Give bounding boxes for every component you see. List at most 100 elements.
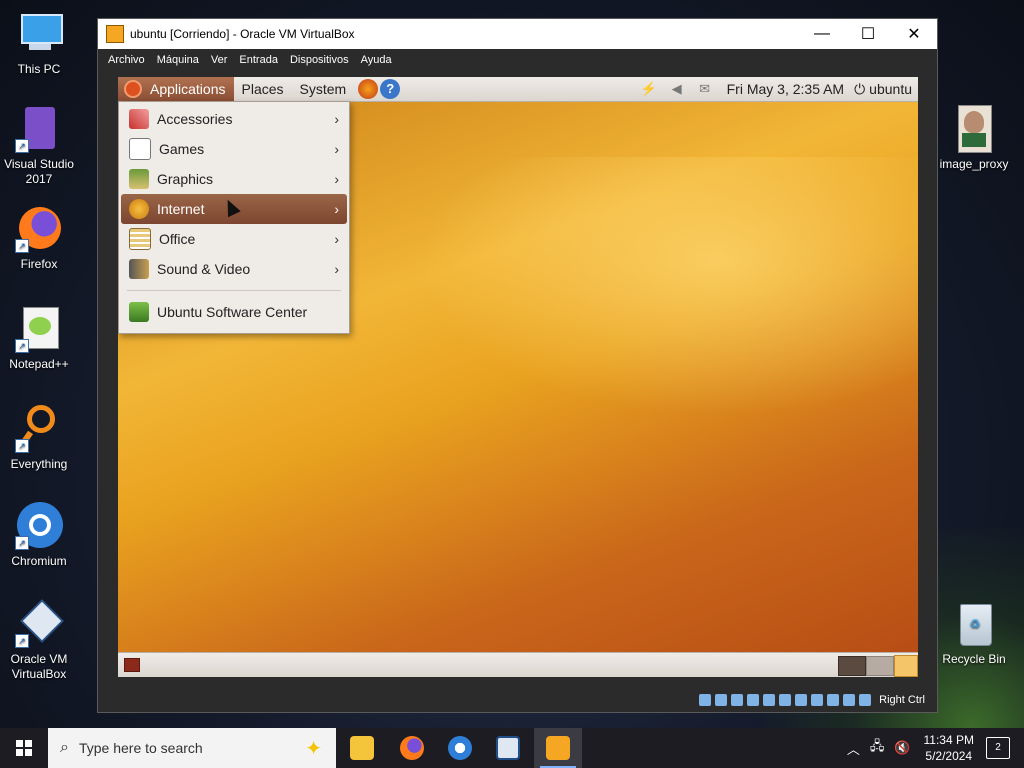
- desktop-icon-virtualbox[interactable]: ↗ Oracle VM VirtualBox: [0, 599, 78, 682]
- chromium-icon: ↗: [15, 502, 63, 550]
- firefox-icon: [400, 736, 424, 760]
- search-placeholder: Type here to search: [78, 740, 203, 756]
- taskbar-firefox[interactable]: [388, 728, 436, 768]
- menu-archivo[interactable]: Archivo: [102, 54, 151, 66]
- menu-item-accessories[interactable]: Accessories ›: [121, 104, 347, 134]
- everything-search-icon: ↗: [15, 405, 63, 453]
- menu-item-games[interactable]: Games ›: [121, 134, 347, 164]
- shortcut-arrow-icon: ↗: [15, 439, 29, 453]
- help-icon[interactable]: ?: [380, 79, 401, 99]
- show-desktop-icon[interactable]: [124, 658, 140, 672]
- network-icon[interactable]: ⚡: [641, 82, 657, 96]
- menu-dispositivos[interactable]: Dispositivos: [284, 54, 355, 66]
- taskbar-search-box[interactable]: ⌕ Type here to search ✦: [48, 728, 336, 768]
- software-center-icon: [129, 302, 149, 322]
- optical-drive-icon[interactable]: [715, 694, 728, 706]
- desktop-icon-chromium[interactable]: ↗ Chromium: [0, 502, 78, 569]
- taskbar-clock[interactable]: 11:34 PM 5/2/2024: [924, 732, 974, 764]
- desktop-icon-this-pc[interactable]: This PC: [0, 10, 78, 77]
- chevron-right-icon: ›: [334, 141, 339, 157]
- desktop-icon-visual-studio[interactable]: ↗ Visual Studio 2017: [0, 105, 78, 187]
- mouse-integration-icon[interactable]: [843, 694, 856, 706]
- menu-item-software-center[interactable]: Ubuntu Software Center: [121, 297, 347, 327]
- wallpaper-highlight: [418, 157, 918, 417]
- virtualbox-icon: ↗: [15, 599, 64, 648]
- taskbar-chromium[interactable]: [436, 728, 484, 768]
- chevron-right-icon: ›: [334, 261, 339, 277]
- shortcut-arrow-icon: ↗: [15, 139, 29, 153]
- accessories-icon: [129, 109, 149, 129]
- close-button[interactable]: ✕: [891, 19, 937, 49]
- start-button[interactable]: [0, 728, 48, 768]
- firefox-launcher-icon[interactable]: [358, 79, 379, 99]
- workspace-2[interactable]: [866, 656, 894, 676]
- shortcut-arrow-icon: ↗: [15, 634, 29, 648]
- vbox-statusbar: Right Ctrl: [98, 688, 937, 712]
- window-titlebar[interactable]: ubuntu [Corriendo] - Oracle VM VirtualBo…: [98, 19, 937, 49]
- taskbar-vm-window[interactable]: [534, 728, 582, 768]
- workspace-1[interactable]: [838, 656, 866, 676]
- storage-icon[interactable]: [699, 694, 712, 706]
- menu-item-graphics[interactable]: Graphics ›: [121, 164, 347, 194]
- taskbar-virtualbox[interactable]: [484, 728, 532, 768]
- visual-studio-icon: ↗: [15, 105, 63, 153]
- shared-folder-icon[interactable]: [779, 694, 792, 706]
- keyboard-icon[interactable]: [859, 694, 872, 706]
- minimize-button[interactable]: —: [799, 19, 845, 49]
- chromium-icon: [448, 736, 472, 760]
- taskbar: ⌕ Type here to search ✦ ︿ 🖧 🔇 11:34 PM 5…: [0, 728, 1024, 768]
- menu-entrada[interactable]: Entrada: [233, 54, 284, 66]
- copilot-sparkle-icon: ✦: [305, 738, 322, 760]
- applications-menu-button[interactable]: Applications: [118, 77, 234, 101]
- shortcut-arrow-icon: ↗: [15, 339, 29, 353]
- virtualization-icon[interactable]: [827, 694, 840, 706]
- network-adapter-icon[interactable]: [747, 694, 760, 706]
- gnome-bottom-panel: [118, 652, 918, 677]
- menu-separator: [127, 290, 341, 291]
- menu-ver[interactable]: Ver: [205, 54, 234, 66]
- window-title: ubuntu [Corriendo] - Oracle VM VirtualBo…: [130, 27, 355, 41]
- network-icon[interactable]: 🖧: [870, 737, 885, 759]
- computer-icon: [15, 10, 63, 58]
- mail-icon[interactable]: ✉: [697, 82, 713, 96]
- system-menu-button[interactable]: System: [292, 81, 355, 97]
- virtualbox-icon: [496, 736, 520, 760]
- recording-icon[interactable]: [811, 694, 824, 706]
- desktop-icon-everything[interactable]: ↗ Everything: [0, 405, 78, 472]
- user-switcher[interactable]: ⏻ ubuntu: [854, 81, 912, 98]
- applications-menu: Accessories › Games › Graphics › Interne…: [118, 101, 350, 334]
- chevron-up-icon[interactable]: ︿: [847, 739, 860, 758]
- panel-clock[interactable]: Fri May 3, 2:35 AM: [727, 81, 844, 97]
- chevron-right-icon: ›: [334, 171, 339, 187]
- taskbar-file-explorer[interactable]: [338, 728, 386, 768]
- desktop-icon-recycle-bin[interactable]: ♻ Recycle Bin: [935, 600, 1013, 667]
- windows-logo-icon: [16, 740, 32, 756]
- desktop-icon-image-proxy[interactable]: image_proxy: [935, 105, 1013, 172]
- volume-muted-icon[interactable]: 🔇: [894, 740, 910, 756]
- menu-maquina[interactable]: Máquina: [151, 54, 205, 66]
- system-tray: ︿ 🖧 🔇 11:34 PM 5/2/2024 2: [842, 728, 1024, 768]
- menu-ayuda[interactable]: Ayuda: [355, 54, 398, 66]
- audio-icon[interactable]: [731, 694, 744, 706]
- vm-display-area: Applications Places System ? ⚡ ◀ ✉ Fri M…: [98, 71, 937, 688]
- places-menu-button[interactable]: Places: [234, 81, 292, 97]
- recycle-bin-icon: ♻: [950, 600, 998, 648]
- guest-screen[interactable]: Applications Places System ? ⚡ ◀ ✉ Fri M…: [118, 77, 918, 677]
- notifications-icon[interactable]: 2: [986, 737, 1010, 759]
- internet-icon: [129, 199, 149, 219]
- menu-item-office[interactable]: Office ›: [121, 224, 347, 254]
- volume-icon[interactable]: ◀: [669, 82, 685, 96]
- chevron-right-icon: ›: [334, 231, 339, 247]
- desktop-icon-notepad-plus-plus[interactable]: ↗ Notepad++: [0, 305, 78, 372]
- maximize-button[interactable]: ☐: [845, 19, 891, 49]
- games-icon: [129, 138, 151, 160]
- virtualbox-window: ubuntu [Corriendo] - Oracle VM VirtualBo…: [97, 18, 938, 713]
- trash-icon[interactable]: [894, 655, 918, 677]
- menu-item-sound-video[interactable]: Sound & Video ›: [121, 254, 347, 284]
- ubuntu-logo-icon: [124, 80, 142, 98]
- desktop-icon-firefox[interactable]: ↗ Firefox: [0, 205, 78, 272]
- usb-icon[interactable]: [763, 694, 776, 706]
- gnome-top-panel: Applications Places System ? ⚡ ◀ ✉ Fri M…: [118, 77, 918, 102]
- image-file-icon: [950, 105, 998, 153]
- display-icon[interactable]: [795, 694, 808, 706]
